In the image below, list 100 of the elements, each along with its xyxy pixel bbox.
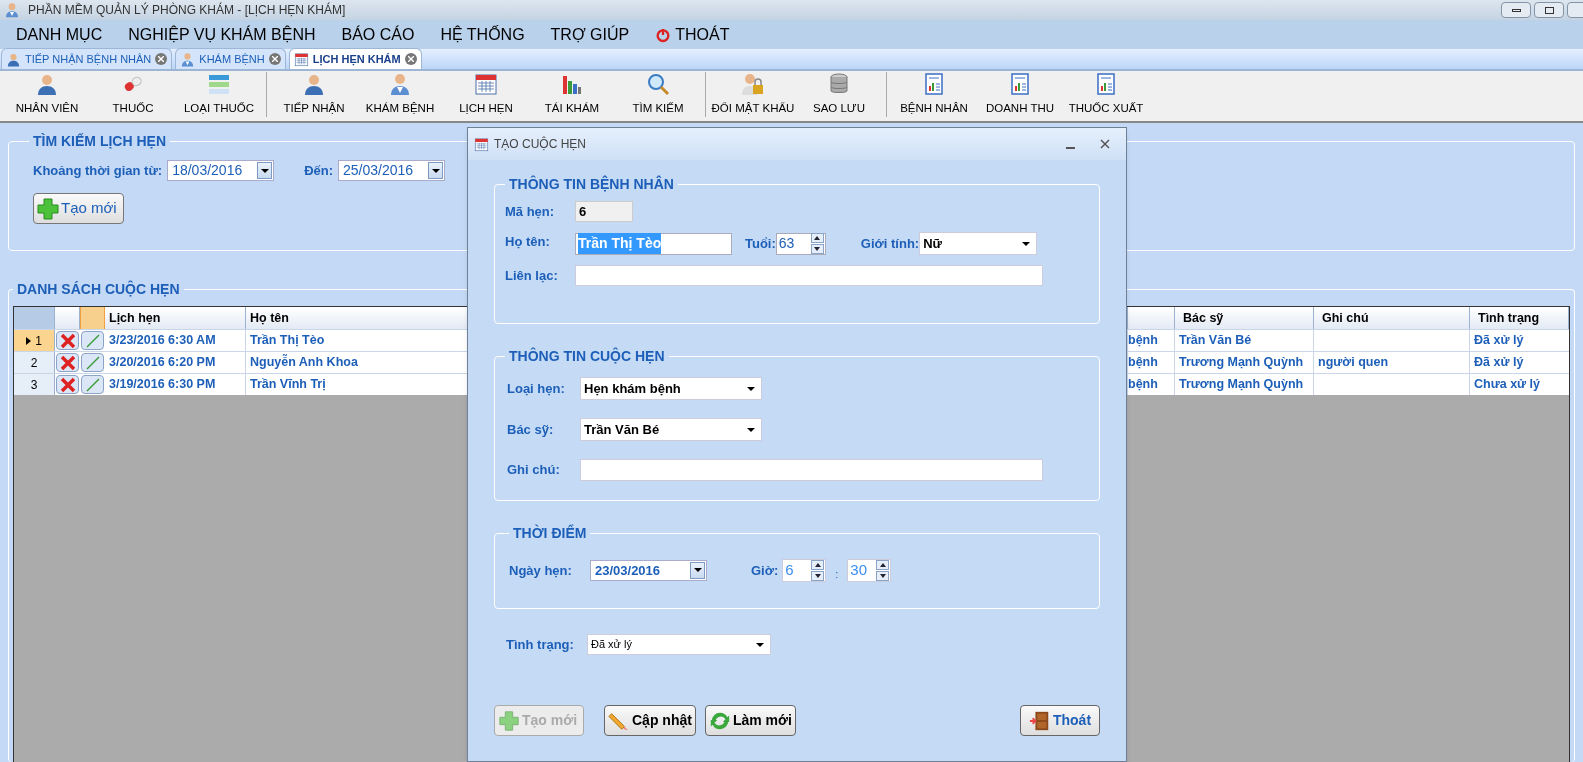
edit-button[interactable] — [81, 353, 104, 372]
table-cell: bệnh — [1128, 374, 1175, 395]
toolbar-button[interactable]: THUỐC XUẤT — [1063, 71, 1149, 117]
dropdown-arrow-icon — [431, 167, 440, 174]
menu-item[interactable]: BÁO CÁO — [341, 22, 415, 47]
plus-icon — [498, 709, 520, 732]
contact-field[interactable] — [575, 265, 1043, 286]
toolbar-button[interactable]: TIẾP NHẬN — [271, 71, 357, 117]
close-button[interactable] — [1100, 139, 1110, 149]
new-button[interactable]: Tạo mới — [33, 193, 124, 224]
database-icon — [827, 71, 851, 96]
tab[interactable]: KHÁM BỆNH — [175, 48, 286, 69]
toolbar-button[interactable]: KHÁM BỆNH — [357, 71, 443, 117]
spinner-arrows[interactable] — [811, 559, 825, 581]
close-tab-icon[interactable] — [155, 53, 168, 65]
report-icon — [1008, 71, 1032, 96]
note-field[interactable] — [580, 459, 1043, 481]
table-cell: 3/19/2016 6:30 PM — [105, 374, 246, 395]
toolbar-button[interactable]: BỆNH NHÂN — [891, 71, 977, 117]
field-label: Liên lạc: — [505, 266, 559, 285]
report-icon — [1094, 71, 1118, 96]
dropdown-arrow-icon — [260, 167, 269, 174]
spinner-arrows[interactable] — [810, 233, 824, 254]
delete-button[interactable] — [56, 331, 79, 350]
field-label: Tình trạng: — [506, 635, 575, 654]
dropdown-arrow-icon — [693, 567, 702, 574]
current-row-icon — [26, 336, 32, 345]
time-separator: : — [835, 567, 839, 582]
menu-item[interactable]: THOÁT — [655, 22, 730, 47]
calendar-dropdown-button[interactable] — [428, 162, 444, 179]
gender-dropdown[interactable]: Nữ — [919, 232, 1038, 255]
menu-item[interactable]: HỆ THỐNG — [440, 22, 525, 47]
doctor-dropdown[interactable]: Trần Văn Bé — [580, 418, 762, 441]
toolbar-button[interactable]: TÌM KIẾM — [615, 71, 701, 117]
date-field[interactable]: 25/03/2016 — [338, 160, 446, 181]
close-tab-icon[interactable] — [268, 53, 281, 65]
id-field: 6 — [575, 201, 633, 222]
close-button[interactable] — [1567, 2, 1583, 18]
field-label: Giới tính: — [860, 234, 920, 253]
group-title: TÌM KIẾM LỊCH HẸN — [32, 132, 167, 151]
toolbar-button[interactable]: SAO LƯU — [796, 71, 882, 117]
report-icon — [922, 71, 946, 96]
toolbar-button[interactable]: DOANH THU — [977, 71, 1063, 117]
dropdown-arrow-icon — [756, 641, 764, 648]
close-tab-icon[interactable] — [404, 53, 417, 65]
table-cell: Trương Mạnh Quỳnh — [1175, 374, 1314, 395]
toolbar-button[interactable]: LOẠI THUỐC — [176, 71, 262, 117]
field-label: Giờ: — [751, 561, 779, 580]
spinner-arrows[interactable] — [876, 559, 890, 581]
doctor-icon — [4, 2, 20, 18]
toolbar-button[interactable]: ĐỔI MẬT KHẨU — [710, 71, 796, 117]
row-header[interactable]: 1 — [14, 330, 55, 351]
edit-button[interactable] — [81, 331, 104, 350]
window-title: PHẦN MỀM QUẢN LÝ PHÒNG KHÁM - [LỊCH HẸN KHÁM] — [28, 1, 346, 19]
field-label: Mã hẹn: — [505, 202, 556, 221]
row-header[interactable]: 2 — [14, 352, 55, 373]
table-cell-text: Đã xử lý — [1473, 332, 1525, 350]
delete-button[interactable] — [56, 375, 79, 394]
restore-button[interactable] — [1534, 2, 1564, 18]
field-label: Ngày hẹn: — [509, 561, 573, 580]
table-cell-text: Chưa xử lý — [1473, 376, 1542, 394]
group-title: THỜI ĐIỂM — [512, 523, 588, 543]
status-dropdown[interactable]: Đã xử lý — [587, 634, 771, 655]
dialog-button[interactable]: Thoát — [1020, 705, 1100, 736]
calendar-icon — [474, 71, 498, 96]
dropdown-arrow-icon — [747, 385, 755, 392]
select-all-cell[interactable] — [14, 307, 55, 329]
field-label: Tuổi: — [745, 234, 776, 253]
field-label: Khoảng thời gian từ: — [33, 161, 163, 180]
edit-button[interactable] — [81, 375, 104, 394]
date-field[interactable]: 18/03/2016 — [167, 160, 275, 181]
calendar-icon — [474, 136, 489, 152]
delete-button[interactable] — [56, 353, 79, 372]
tab[interactable]: LỊCH HẸN KHÁM — [288, 48, 422, 69]
type-dropdown[interactable]: Hẹn khám bệnh — [580, 377, 762, 400]
calendar-dropdown-button[interactable] — [690, 561, 705, 579]
menu-item[interactable]: NGHIỆP VỤ KHÁM BỆNH — [128, 22, 316, 47]
power-icon — [655, 26, 672, 43]
dropdown-arrow-icon — [747, 426, 755, 433]
minimize-button[interactable] — [1501, 2, 1531, 18]
toolbar-button[interactable]: LỊCH HẸN — [443, 71, 529, 117]
doctor-icon — [388, 71, 412, 96]
calendar-dropdown-button[interactable] — [257, 162, 273, 179]
dropdown-arrow-icon — [1022, 240, 1031, 247]
dialog-title: TẠO CUỘC HẸN — [494, 135, 586, 153]
plus-icon — [36, 196, 60, 221]
group-title: DANH SÁCH CUỘC HẸN — [16, 279, 181, 299]
row-header[interactable]: 3 — [14, 374, 55, 395]
toolbar-button[interactable]: THUỐC — [90, 71, 176, 117]
toolbar-button[interactable]: TÁI KHÁM — [529, 71, 615, 117]
dialog-button[interactable]: Cập nhật — [604, 705, 696, 736]
field-label: Họ tên: — [505, 233, 551, 251]
menu-item[interactable]: TRỢ GIÚP — [550, 22, 630, 47]
search-icon — [646, 71, 670, 96]
dialog-button[interactable]: Làm mới — [704, 705, 796, 736]
tab[interactable]: TIẾP NHẬN BỆNH NHÂN — [1, 48, 173, 69]
toolbar-button[interactable]: NHÂN VIÊN — [4, 71, 90, 117]
menu-item[interactable]: DANH MỤC — [16, 22, 103, 47]
date-field[interactable]: 23/03/2016 — [590, 559, 707, 581]
age-spinner[interactable]: 63 — [775, 232, 826, 255]
